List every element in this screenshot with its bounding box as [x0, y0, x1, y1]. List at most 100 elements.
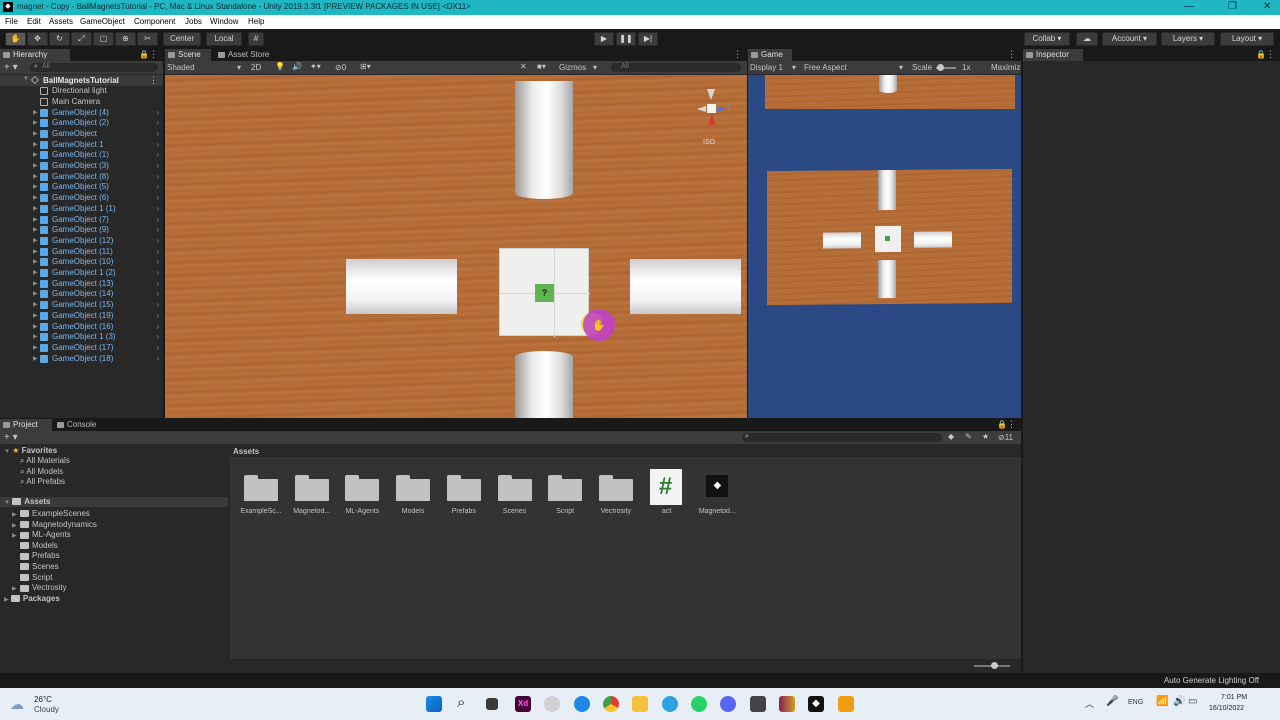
- cylinder-right[interactable]: [630, 259, 741, 314]
- display-dropdown[interactable]: Display 1: [750, 63, 783, 72]
- expand-arrow-icon[interactable]: ▶: [33, 129, 38, 139]
- inspector-lock-icon[interactable]: 🔒: [1256, 50, 1266, 59]
- open-prefab-chevron-icon[interactable]: ›: [156, 193, 159, 203]
- open-prefab-chevron-icon[interactable]: ›: [156, 204, 159, 214]
- expand-arrow-icon[interactable]: ▶: [33, 182, 38, 192]
- cylinder-left[interactable]: [346, 259, 457, 314]
- gizmo-neg-x-cone[interactable]: [697, 106, 706, 112]
- windows-start-icon[interactable]: [426, 696, 442, 712]
- expand-arrow-icon[interactable]: ▼: [23, 76, 29, 82]
- hierarchy-prefab-item[interactable]: ▶ GameObject (2) ›: [0, 118, 163, 128]
- hierarchy-prefab-item[interactable]: ▶ GameObject (12) ›: [0, 236, 163, 246]
- gizmo-y-cone[interactable]: [707, 89, 715, 100]
- asset-item[interactable]: Scenes: [488, 467, 542, 527]
- center-plate[interactable]: ?: [499, 248, 590, 337]
- hierarchy-prefab-item[interactable]: ▶ GameObject (17) ›: [0, 343, 163, 353]
- account-dropdown[interactable]: Account ▾: [1102, 32, 1157, 46]
- step-button[interactable]: ▶|: [638, 32, 658, 46]
- weather-temp[interactable]: 26°C: [34, 695, 52, 704]
- wifi-icon[interactable]: 📶: [1156, 696, 1168, 707]
- edge-icon[interactable]: [574, 696, 590, 712]
- asset-item[interactable]: # act: [640, 467, 694, 527]
- asset-folder-row[interactable]: ▶ Magnetodynamics: [12, 520, 97, 531]
- search-icon[interactable]: ⌕: [457, 694, 465, 711]
- open-prefab-chevron-icon[interactable]: ›: [156, 289, 159, 299]
- open-prefab-chevron-icon[interactable]: ›: [156, 247, 159, 257]
- hierarchy-prefab-item[interactable]: ▶ GameObject (10) ›: [0, 257, 163, 267]
- tab-asset-store[interactable]: Asset Store: [215, 49, 285, 61]
- expand-arrow-icon[interactable]: ▶: [33, 332, 38, 342]
- calculator-icon[interactable]: [750, 696, 766, 712]
- scene-view[interactable]: ? ✋ z x ISO: [165, 75, 747, 418]
- filter-type-icon[interactable]: ◆: [948, 432, 954, 441]
- hierarchy-prefab-item[interactable]: ▶ GameObject (15) ›: [0, 300, 163, 310]
- grid-toggle-icon[interactable]: ⊞▾: [360, 62, 371, 71]
- game-more-icon[interactable]: ⋮: [1007, 49, 1016, 60]
- adobe-xd-icon[interactable]: Xd: [515, 696, 531, 712]
- more-options-icon[interactable]: ⋮: [149, 49, 158, 60]
- tab-project[interactable]: Project: [0, 419, 52, 431]
- expand-arrow-icon[interactable]: ▶: [33, 161, 38, 171]
- hierarchy-prefab-item[interactable]: ▶ GameObject (18) ›: [0, 354, 163, 364]
- hierarchy-prefab-item[interactable]: ▶ GameObject (5) ›: [0, 182, 163, 192]
- favorite-item[interactable]: ⌕ All Models: [20, 467, 63, 477]
- project-more-icon[interactable]: ⋮: [1007, 419, 1016, 430]
- tab-inspector[interactable]: Inspector: [1023, 49, 1083, 61]
- 2d-toggle[interactable]: 2D: [251, 63, 261, 72]
- open-prefab-chevron-icon[interactable]: ›: [156, 108, 159, 118]
- folder-expand-icon[interactable]: ▶: [12, 521, 20, 531]
- scale-slider-handle[interactable]: [937, 64, 944, 71]
- camera-icon[interactable]: ■▾: [537, 62, 546, 71]
- collab-dropdown[interactable]: Collab ▾: [1024, 32, 1070, 46]
- hand-tool-button[interactable]: ✋: [5, 32, 26, 46]
- asset-item[interactable]: ML-Agents: [335, 467, 389, 527]
- expand-arrow-icon[interactable]: ▶: [33, 215, 38, 225]
- asset-folder-row[interactable]: ▶ ML-Agents: [12, 530, 71, 541]
- menu-edit[interactable]: Edit: [27, 17, 41, 26]
- asset-item[interactable]: Script: [538, 467, 592, 527]
- hierarchy-prefab-item[interactable]: ▶ GameObject (6) ›: [0, 193, 163, 203]
- open-prefab-chevron-icon[interactable]: ›: [156, 215, 159, 225]
- lighting-toggle-icon[interactable]: 💡: [275, 62, 285, 71]
- expand-arrow-icon[interactable]: ▶: [33, 118, 38, 128]
- asset-folder-row[interactable]: ▶ Vectrosity: [12, 583, 67, 594]
- open-prefab-chevron-icon[interactable]: ›: [156, 332, 159, 342]
- microphone-icon[interactable]: 🎤: [1106, 696, 1118, 707]
- open-prefab-chevron-icon[interactable]: ›: [156, 268, 159, 278]
- audio-toggle-icon[interactable]: 🔊: [292, 62, 302, 71]
- scene-root-row[interactable]: ▼ BallMagnetsTutorial ⋮: [0, 75, 163, 86]
- expand-arrow-icon[interactable]: ▶: [33, 354, 38, 364]
- move-tool-button[interactable]: ✥: [27, 32, 48, 46]
- discord-icon[interactable]: [720, 696, 736, 712]
- maximize-on-play-toggle[interactable]: Maximiz: [991, 63, 1020, 72]
- hierarchy-prefab-item[interactable]: ▶ GameObject (8) ›: [0, 172, 163, 182]
- scene-more-icon[interactable]: ⋮: [733, 49, 742, 60]
- expand-arrow-icon[interactable]: ▶: [33, 236, 38, 246]
- favorite-star-icon[interactable]: ★: [982, 432, 989, 441]
- asset-item[interactable]: Magnetod...: [285, 467, 339, 527]
- aspect-dropdown[interactable]: Free Aspect: [804, 63, 847, 72]
- expand-arrow-icon[interactable]: ▶: [33, 311, 38, 321]
- asset-item[interactable]: ◆ Magnetod...: [690, 467, 744, 527]
- menu-component[interactable]: Component: [134, 17, 175, 26]
- cylinder-bottom[interactable]: [515, 351, 573, 418]
- hierarchy-prefab-item[interactable]: ▶ GameObject 1 (1) ›: [0, 204, 163, 214]
- hierarchy-prefab-item[interactable]: ▶ GameObject 1 (3) ›: [0, 332, 163, 342]
- orientation-gizmo[interactable]: z x ISO: [693, 87, 733, 147]
- project-lock-icon[interactable]: 🔒: [997, 420, 1007, 429]
- open-prefab-chevron-icon[interactable]: ›: [156, 140, 159, 150]
- battery-icon[interactable]: ▭: [1188, 696, 1197, 707]
- expand-arrow-icon[interactable]: ▶: [33, 193, 38, 203]
- open-prefab-chevron-icon[interactable]: ›: [156, 311, 159, 321]
- asset-item[interactable]: Models: [386, 467, 440, 527]
- hierarchy-prefab-item[interactable]: ▶ GameObject (7) ›: [0, 215, 163, 225]
- hierarchy-prefab-item[interactable]: ▶ GameObject (3) ›: [0, 161, 163, 171]
- pause-button[interactable]: ❚❚: [616, 32, 636, 46]
- effects-toggle-icon[interactable]: ✦▾: [310, 62, 321, 71]
- expand-arrow-icon[interactable]: ▶: [33, 279, 38, 289]
- expand-arrow-icon[interactable]: ▶: [33, 150, 38, 160]
- expand-arrow-icon[interactable]: ▶: [33, 140, 38, 150]
- clock-time[interactable]: 7:01 PM: [1221, 694, 1247, 701]
- hierarchy-prefab-item[interactable]: ▶ GameObject (16) ›: [0, 322, 163, 332]
- language-indicator[interactable]: ENG: [1128, 699, 1143, 706]
